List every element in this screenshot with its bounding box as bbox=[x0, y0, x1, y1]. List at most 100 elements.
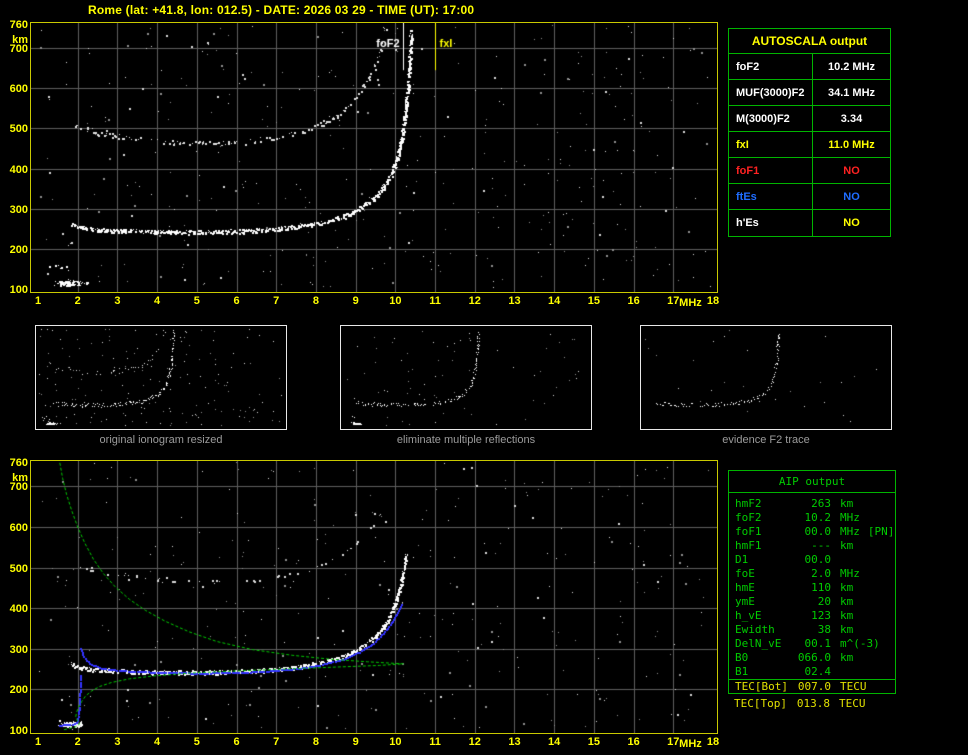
x-tick-label: 7 bbox=[273, 295, 280, 307]
restored-ionogram-plot: 760 700 600 500 400 300 200 100 km 1 2 3 4 5 6 7 8 9 10 11 1… bbox=[10, 457, 719, 750]
aip-output-table: AIP output hmF2 263 km foF2 10.2 MHz foF1 00.0 M… bbox=[728, 470, 896, 694]
aip-row-value: 123 bbox=[811, 609, 831, 622]
x-tick-label: 12 bbox=[468, 295, 481, 307]
x-tick-label: 1 bbox=[34, 295, 42, 307]
aip-row-label: foF1 bbox=[735, 525, 762, 538]
aip-row-foe: foE 2.0 MHz bbox=[729, 567, 895, 581]
thumbnail-original-canvas bbox=[36, 326, 286, 429]
y-axis-unit-label: km bbox=[12, 34, 28, 46]
autoscala-app: { "title": "Rome (lat: +41.8, lon: 012.5… bbox=[0, 0, 968, 755]
autoscala-row-value: 10.2 MHz bbox=[827, 61, 876, 73]
aip-row-label: B0 bbox=[735, 651, 749, 664]
aip-row-hmf2: hmF2 263 km bbox=[729, 497, 895, 511]
aip-table-header: AIP output bbox=[729, 471, 895, 493]
autoscala-row-label: MUF(3000)F2 bbox=[729, 80, 813, 105]
x-tick-label: 16 bbox=[627, 736, 640, 748]
x-tick-label: 5 bbox=[193, 736, 200, 748]
thumbnail-no-multiples-canvas bbox=[341, 326, 591, 429]
thumbnail-original-ionogram bbox=[35, 325, 287, 430]
x-tick-label: 18 bbox=[706, 295, 720, 307]
x-tick-label: 16 bbox=[627, 295, 640, 307]
aip-row-unit: km bbox=[840, 651, 854, 664]
autoscala-table-rows: foF2 10.2 MHz MUF(3000)F2 34.1 MHz M(3000)F2… bbox=[729, 54, 890, 236]
autoscala-row-label: M(3000)F2 bbox=[729, 106, 813, 131]
caption-f2-trace: evidence F2 trace bbox=[722, 434, 810, 446]
y-tick-label: 500 bbox=[9, 562, 28, 575]
aip-row-value: 38 bbox=[817, 623, 831, 636]
aip-row-b1: B1 02.4 bbox=[729, 665, 895, 679]
x-tick-label: 15 bbox=[587, 736, 600, 748]
y-tick-label: 400 bbox=[9, 163, 28, 176]
aip-row-tec-top: TEC[Top] 013.8 TECU bbox=[728, 697, 896, 711]
x-tick-label: 15 bbox=[587, 295, 600, 307]
x-tick-label: 9 bbox=[352, 736, 359, 748]
y-tick-label: 200 bbox=[9, 684, 28, 697]
x-tick-label: 8 bbox=[312, 736, 319, 748]
x-tick-label: 9 bbox=[352, 295, 359, 307]
autoscala-row-hes: h'Es NO bbox=[729, 210, 890, 236]
measured-ionogram-canvas bbox=[31, 23, 717, 292]
thumbnail-f2-trace bbox=[640, 325, 892, 430]
y-tick-label: 760 bbox=[9, 19, 28, 31]
x-tick-label: 8 bbox=[312, 295, 319, 307]
aip-row-value: 10.2 bbox=[804, 511, 832, 524]
x-tick-label: 3 bbox=[114, 736, 121, 748]
x-axis-unit-label: MHz bbox=[679, 297, 702, 309]
aip-row-label: B1 bbox=[735, 665, 749, 678]
x-tick-label: 10 bbox=[389, 295, 402, 307]
x-tick-label: 3 bbox=[114, 295, 121, 307]
aip-row-value: 00.0 bbox=[804, 553, 832, 566]
aip-row-ewidth: Ewidth 38 km bbox=[729, 623, 895, 637]
y-tick-label: 600 bbox=[9, 521, 28, 534]
autoscala-row-label: ftEs bbox=[729, 184, 813, 209]
aip-row-tec-bot: TEC[Bot] 007.0 TECU bbox=[729, 679, 895, 693]
y-tick-label: 300 bbox=[9, 643, 28, 656]
x-tick-label: 11 bbox=[429, 736, 441, 748]
aip-row-unit: MHz bbox=[840, 567, 860, 580]
aip-tec-value: 007.0 bbox=[797, 680, 831, 693]
y-axis-unit-label: km bbox=[12, 472, 28, 484]
aip-row-hmf1: hmF1 --- km bbox=[729, 539, 895, 553]
measured-ionogram-plot: 760 700 600 500 400 300 200 100 km 1 2 3 4 5 6 7 8 9 10 11 1… bbox=[10, 19, 719, 309]
aip-row-value: 2.0 bbox=[811, 567, 831, 580]
y-tick-label: 200 bbox=[9, 243, 28, 256]
x-tick-label: 10 bbox=[389, 736, 402, 748]
aip-row-label: foE bbox=[735, 567, 755, 580]
autoscala-row-label: h'Es bbox=[729, 210, 813, 236]
aip-row-label: hmF2 bbox=[735, 497, 762, 510]
x-tick-label: 12 bbox=[468, 736, 481, 748]
x-tick-label: 6 bbox=[233, 295, 240, 307]
autoscala-row-label: fxI bbox=[729, 132, 813, 157]
autoscala-row-label: foF1 bbox=[729, 158, 813, 183]
caption-no-multiples: eliminate multiple reflections bbox=[396, 434, 536, 446]
x-tick-label: 5 bbox=[193, 295, 200, 307]
aip-row-unit: m^(-3) bbox=[840, 637, 880, 650]
station-date-title: Rome (lat: +41.8, lon: 012.5) - DATE: 20… bbox=[88, 3, 475, 17]
restored-ionogram-canvas bbox=[31, 461, 717, 733]
autoscala-row-fof2: foF2 10.2 MHz bbox=[729, 54, 890, 80]
aip-row-value: 066.0 bbox=[797, 651, 831, 664]
aip-row-label: hmF1 bbox=[735, 539, 762, 552]
x-tick-label: 4 bbox=[154, 736, 161, 748]
autoscala-row-muf3000f2: MUF(3000)F2 34.1 MHz bbox=[729, 80, 890, 106]
aip-row-unit: km bbox=[840, 623, 854, 636]
aip-tec-label: TEC[Bot] bbox=[735, 680, 788, 693]
y-tick-label: 760 bbox=[9, 457, 28, 469]
autoscala-row-value: 11.0 MHz bbox=[828, 139, 875, 151]
aip-row-hme: hmE 110 km bbox=[729, 581, 895, 595]
aip-row-unit: MHz bbox=[840, 525, 860, 538]
aip-row-d1: D1 00.0 bbox=[729, 553, 895, 567]
aip-row-label: ymE bbox=[735, 595, 755, 608]
autoscala-row-value: NO bbox=[843, 217, 860, 229]
y-tick-label: 300 bbox=[9, 203, 28, 216]
aip-row-label: Ewidth bbox=[735, 623, 775, 636]
autoscala-row-ftes: ftEs NO bbox=[729, 184, 890, 210]
x-axis-unit-label: MHz bbox=[679, 738, 702, 750]
x-tick-label: 1 bbox=[34, 736, 42, 748]
aip-row-value: 02.4 bbox=[804, 665, 832, 678]
x-tick-label: 14 bbox=[548, 295, 561, 307]
x-tick-label: 18 bbox=[706, 736, 720, 748]
aip-row-yme: ymE 20 km bbox=[729, 595, 895, 609]
aip-row-label: hmE bbox=[735, 581, 755, 594]
x-tick-label: 7 bbox=[273, 736, 280, 748]
